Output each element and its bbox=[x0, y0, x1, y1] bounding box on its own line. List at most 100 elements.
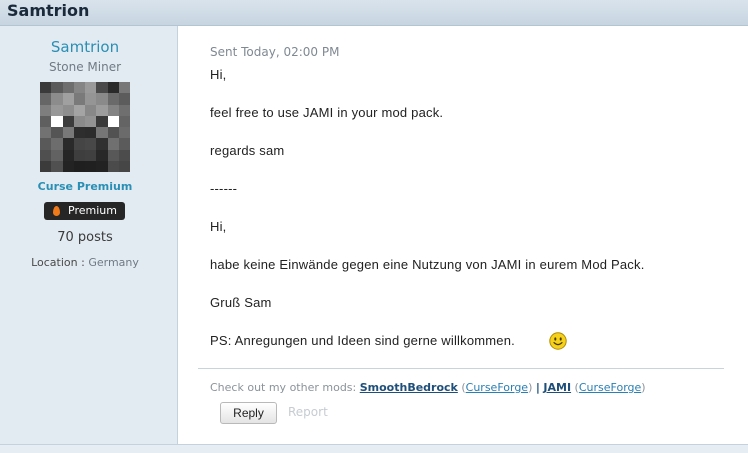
avatar-pixel bbox=[118, 160, 130, 172]
smiley-icon bbox=[549, 332, 567, 350]
premium-badge: Premium bbox=[44, 202, 125, 220]
avatar-pixel bbox=[85, 115, 97, 127]
avatar-pixel bbox=[40, 104, 52, 116]
signature-divider bbox=[198, 368, 724, 369]
author-sidebar: Samtrion Stone Miner Curse Premium Premi… bbox=[0, 26, 178, 444]
curseforge-link-smoothbedrock[interactable]: CurseForge bbox=[466, 381, 528, 394]
avatar-pixel bbox=[96, 127, 108, 139]
post-count: 70 posts bbox=[57, 230, 113, 245]
avatar-pixel bbox=[73, 127, 85, 139]
avatar-pixel bbox=[96, 115, 108, 127]
curseforge-link-jami[interactable]: CurseForge bbox=[579, 381, 641, 394]
mod-link-smoothbedrock[interactable]: SmoothBedrock bbox=[360, 381, 458, 394]
avatar-pixel bbox=[40, 93, 52, 105]
avatar-pixel bbox=[118, 82, 130, 94]
avatar-pixel bbox=[62, 160, 74, 172]
author-username[interactable]: Samtrion bbox=[0, 38, 170, 56]
post-timestamp: Sent Today, 02:00 PM bbox=[210, 45, 340, 59]
post-line: ------ bbox=[210, 181, 238, 196]
avatar-pixel bbox=[73, 104, 85, 116]
avatar-pixel bbox=[51, 115, 63, 127]
avatar-pixel bbox=[85, 82, 97, 94]
avatar-pixel bbox=[107, 93, 119, 105]
avatar-pixel bbox=[85, 93, 97, 105]
avatar-pixel bbox=[118, 104, 130, 116]
avatar-pixel bbox=[62, 82, 74, 94]
avatar-pixel bbox=[96, 138, 108, 150]
avatar-pixel bbox=[40, 138, 52, 150]
post-line: feel free to use JAMI in your mod pack. bbox=[210, 105, 444, 120]
avatar-pixel bbox=[107, 138, 119, 150]
avatar-pixel bbox=[107, 160, 119, 172]
avatar-pixel bbox=[107, 149, 119, 161]
reply-button[interactable]: Reply bbox=[220, 402, 277, 424]
avatar-pixel bbox=[107, 82, 119, 94]
location-label: Location : bbox=[31, 256, 85, 269]
avatar-pixel bbox=[85, 149, 97, 161]
avatar-pixel bbox=[40, 127, 52, 139]
avatar-pixel bbox=[118, 127, 130, 139]
avatar-pixel bbox=[40, 149, 52, 161]
avatar-pixel bbox=[85, 104, 97, 116]
avatar-pixel bbox=[40, 82, 52, 94]
avatar[interactable] bbox=[40, 82, 130, 172]
avatar-pixel bbox=[107, 104, 119, 116]
avatar-pixel bbox=[51, 138, 63, 150]
post-line: Gruß Sam bbox=[210, 295, 272, 310]
page-title: Samtrion bbox=[7, 1, 90, 20]
avatar-pixel bbox=[107, 127, 119, 139]
avatar-pixel bbox=[73, 115, 85, 127]
avatar-pixel bbox=[96, 160, 108, 172]
avatar-pixel bbox=[62, 127, 74, 139]
avatar-pixel bbox=[62, 149, 74, 161]
avatar-pixel bbox=[118, 93, 130, 105]
membership-label: Curse Premium bbox=[37, 180, 133, 193]
post-line: Hi, bbox=[210, 67, 227, 82]
avatar-pixel bbox=[73, 160, 85, 172]
avatar-pixel bbox=[85, 138, 97, 150]
avatar-pixel bbox=[73, 82, 85, 94]
avatar-pixel bbox=[51, 93, 63, 105]
signature-prefix: Check out my other mods: bbox=[210, 381, 357, 394]
avatar-pixel bbox=[73, 138, 85, 150]
post-line: Hi, bbox=[210, 219, 227, 234]
avatar-pixel bbox=[51, 160, 63, 172]
mod-link-jami[interactable]: JAMI bbox=[543, 381, 571, 394]
report-link[interactable]: Report bbox=[288, 405, 328, 419]
avatar-pixel bbox=[40, 115, 52, 127]
post-line: PS: Anregungen und Ideen sind gerne will… bbox=[210, 333, 515, 348]
avatar-pixel bbox=[51, 104, 63, 116]
signature-separator: | bbox=[535, 381, 540, 394]
avatar-pixel bbox=[51, 82, 63, 94]
author-location: Location : Germany bbox=[0, 256, 170, 269]
avatar-pixel bbox=[96, 104, 108, 116]
avatar-pixel bbox=[85, 127, 97, 139]
signature: Check out my other mods: SmoothBedrock (… bbox=[210, 381, 646, 394]
post-footer-strip bbox=[0, 444, 748, 453]
avatar-pixel bbox=[62, 115, 74, 127]
avatar-pixel bbox=[73, 93, 85, 105]
post-line: habe keine Einwände gegen eine Nutzung v… bbox=[210, 257, 645, 272]
author-rank: Stone Miner bbox=[48, 60, 122, 74]
post-line: regards sam bbox=[210, 143, 285, 158]
avatar-pixel bbox=[51, 149, 63, 161]
avatar-pixel bbox=[62, 138, 74, 150]
avatar-pixel bbox=[40, 160, 52, 172]
avatar-pixel bbox=[96, 82, 108, 94]
avatar-pixel bbox=[62, 93, 74, 105]
avatar-pixel bbox=[51, 127, 63, 139]
header-bar: Samtrion bbox=[0, 0, 748, 26]
avatar-pixel bbox=[118, 149, 130, 161]
avatar-pixel bbox=[96, 93, 108, 105]
premium-badge-label: Premium bbox=[68, 204, 117, 217]
avatar-pixel bbox=[62, 104, 74, 116]
avatar-pixel bbox=[107, 115, 119, 127]
avatar-pixel bbox=[73, 149, 85, 161]
post-content: Sent Today, 02:00 PM Hi, feel free to us… bbox=[178, 26, 748, 444]
avatar-pixel bbox=[85, 160, 97, 172]
avatar-pixel bbox=[118, 138, 130, 150]
location-value: Germany bbox=[88, 256, 139, 269]
avatar-pixel bbox=[118, 115, 130, 127]
flame-icon bbox=[53, 206, 60, 216]
avatar-pixel bbox=[96, 149, 108, 161]
